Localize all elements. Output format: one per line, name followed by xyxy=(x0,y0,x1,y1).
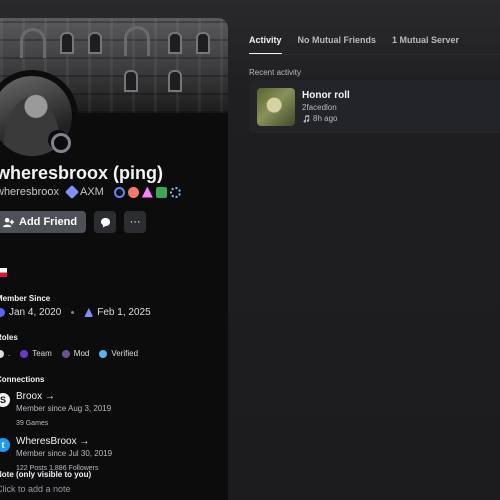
server-join-date: Feb 1, 2025 xyxy=(97,307,151,318)
role-name: Mod xyxy=(73,349,90,358)
banner-window xyxy=(60,32,74,54)
roles-heading: Roles xyxy=(0,333,18,342)
banner-arch xyxy=(124,26,150,56)
server-tag-label: AXM xyxy=(79,186,104,198)
banner-window xyxy=(88,32,102,54)
connections-heading: Connections xyxy=(0,375,45,384)
username-row: wheresbroox AXM xyxy=(0,184,181,200)
role-chip[interactable]: Verified xyxy=(99,349,138,358)
connection-since: Member since Jul 30, 2019 xyxy=(16,449,113,458)
add-friend-label: Add Friend xyxy=(19,216,78,228)
add-friend-button[interactable]: Add Friend xyxy=(0,211,87,233)
server-tag-icon xyxy=(64,184,80,200)
discord-logo-icon xyxy=(0,308,5,317)
role-color-dot xyxy=(0,349,4,358)
track-title[interactable]: Honor roll xyxy=(302,90,350,101)
connection-twitter[interactable]: t WheresBroox → Member since Jul 30, 201… xyxy=(0,436,112,472)
role-color-dot xyxy=(20,349,29,358)
hypesquad-icon[interactable] xyxy=(141,186,153,198)
connection-since: Member since Aug 3, 2019 xyxy=(16,404,112,413)
steam-icon: S xyxy=(0,393,10,407)
ellipsis-icon: ··· xyxy=(129,216,141,228)
banner-window xyxy=(124,70,138,92)
twitter-icon: t xyxy=(0,438,10,452)
role-chip[interactable]: . xyxy=(0,349,10,358)
role-color-dot xyxy=(61,349,70,358)
role-name: Verified xyxy=(111,349,139,358)
activity-time: 8h ago xyxy=(302,114,337,123)
note-heading: Note (only visible to you) xyxy=(0,470,92,479)
connection-steam[interactable]: S Broox → Member since Aug 3, 2019 39 Ga… xyxy=(0,391,111,427)
add-user-icon xyxy=(3,217,14,227)
banner-arch xyxy=(20,28,46,58)
profile-actions: Add Friend ··· xyxy=(0,211,147,233)
server-icon xyxy=(84,308,94,317)
more-options-button[interactable]: ··· xyxy=(124,211,147,233)
role-name: Team xyxy=(32,349,52,358)
chat-bubble-icon xyxy=(100,217,110,228)
member-since-heading: Member Since xyxy=(0,294,51,303)
activity-card[interactable]: Honor roll 2facedlon 8h ago xyxy=(249,80,500,133)
activity-time-label: 8h ago xyxy=(313,114,338,123)
tab-mutual-friends[interactable]: No Mutual Friends xyxy=(298,35,377,55)
role-chip[interactable]: Team xyxy=(20,349,52,358)
tab-mutual-servers[interactable]: 1 Mutual Server xyxy=(392,35,459,55)
role-name: . xyxy=(8,349,11,358)
member-since-row: Jan 4, 2020 Feb 1, 2025 xyxy=(0,307,151,318)
nitro-badge-icon[interactable] xyxy=(169,186,181,198)
album-art[interactable] xyxy=(257,88,295,126)
profile-panel: wheresbroox (ping) wheresbroox AXM Add F… xyxy=(0,18,228,500)
discord-join-date: Jan 4, 2020 xyxy=(9,307,62,318)
server-tag[interactable]: AXM xyxy=(64,184,104,200)
banner-window xyxy=(196,32,210,54)
separator-dot xyxy=(71,311,75,314)
tab-activity[interactable]: Activity xyxy=(249,35,282,55)
role-color-dot xyxy=(99,349,108,358)
banner-window xyxy=(168,70,182,92)
banner-window xyxy=(168,32,182,54)
connection-stats: 39 Games xyxy=(16,420,49,427)
note-input[interactable]: Click to add a note xyxy=(0,484,71,494)
message-button[interactable] xyxy=(94,211,117,233)
hashtag-badge-icon[interactable] xyxy=(155,186,167,198)
connection-name[interactable]: WheresBroox → xyxy=(16,436,112,447)
tabs-divider xyxy=(249,54,500,55)
connection-name[interactable]: Broox → xyxy=(16,391,111,402)
role-chip[interactable]: Mod xyxy=(61,349,90,358)
track-artist[interactable]: 2facedlon xyxy=(302,103,337,112)
server-boost-icon[interactable] xyxy=(113,186,125,198)
roles-list: . Team Mod Verified xyxy=(0,349,138,358)
offline-status-icon xyxy=(48,130,71,153)
flag-indonesia-icon xyxy=(0,268,7,277)
display-name: wheresbroox (ping) xyxy=(0,163,164,183)
recent-activity-heading: Recent activity xyxy=(249,68,302,77)
heart-badge-icon[interactable] xyxy=(127,186,139,198)
badge-list xyxy=(113,186,181,198)
profile-tabs: Activity No Mutual Friends 1 Mutual Serv… xyxy=(249,35,459,55)
music-note-icon xyxy=(303,114,310,123)
username[interactable]: wheresbroox xyxy=(0,186,59,198)
